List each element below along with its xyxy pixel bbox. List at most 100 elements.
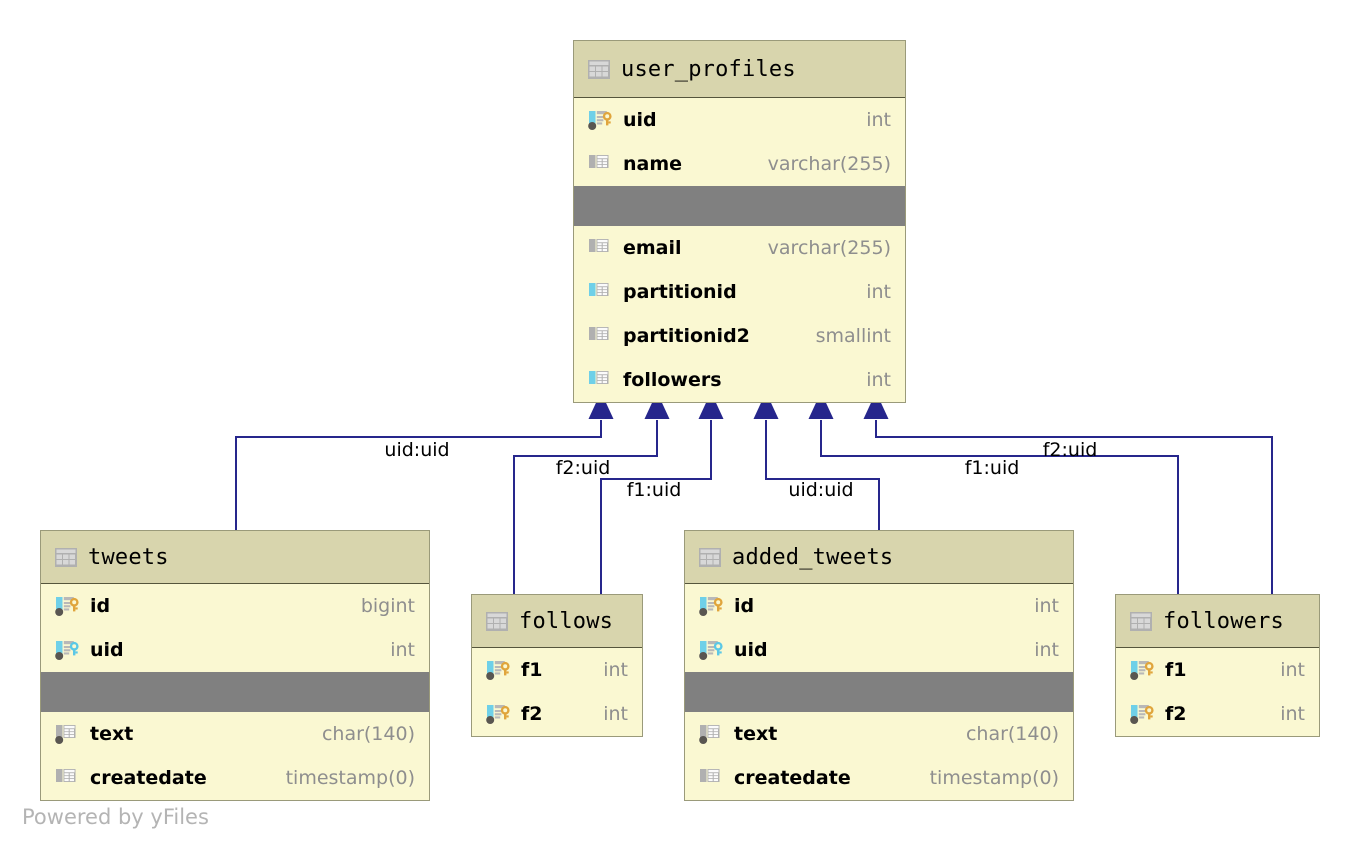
foreign-key-icon	[699, 639, 725, 661]
column-row-user_profiles-uid[interactable]: uid int	[574, 98, 905, 142]
primary-key-icon	[1130, 659, 1156, 681]
column-icon	[588, 237, 614, 259]
edge-label-followers-f1-user_profiles-uid: f1:uid	[964, 457, 1020, 479]
column-name: createdate	[90, 767, 207, 789]
column-name: createdate	[734, 767, 851, 789]
table-name: added_tweets	[732, 544, 894, 570]
table-header-follows[interactable]: follows	[472, 595, 642, 648]
relationship-edge-added_tweets-uid-user_profiles-uid	[765, 420, 880, 531]
column-name: f1	[1165, 659, 1187, 681]
table-header-user_profiles[interactable]: user_profiles	[574, 41, 905, 98]
column-type: int	[1034, 595, 1059, 617]
column-group-separator	[574, 186, 905, 226]
table-header-followers[interactable]: followers	[1116, 595, 1319, 648]
table-node-followers[interactable]: followers f1 int f2 int	[1115, 594, 1320, 737]
column-row-user_profiles-partitionid[interactable]: partitionid int	[574, 270, 905, 314]
table-icon	[55, 547, 77, 567]
column-type: char(140)	[321, 723, 415, 745]
table-icon	[1130, 611, 1152, 631]
column-icon	[55, 723, 81, 745]
column-type: timestamp(0)	[285, 767, 415, 789]
column-row-added_tweets-text[interactable]: text char(140)	[685, 712, 1073, 756]
column-type: int	[866, 109, 891, 131]
column-type: varchar(255)	[767, 153, 891, 175]
table-icon	[699, 547, 721, 567]
column-type: char(140)	[965, 723, 1059, 745]
primary-key-icon	[699, 595, 725, 617]
primary-key-icon	[55, 595, 81, 617]
column-name: f2	[521, 703, 543, 725]
column-icon	[588, 369, 614, 391]
column-row-user_profiles-partitionid2[interactable]: partitionid2 smallint	[574, 314, 905, 358]
column-name: uid	[623, 109, 657, 131]
edge-label-followers-f2-user_profiles-uid: f2:uid	[1042, 439, 1098, 461]
column-name: f1	[521, 659, 543, 681]
column-group-separator	[685, 672, 1073, 712]
column-row-user_profiles-followers[interactable]: followers int	[574, 358, 905, 402]
foreign-key-icon	[55, 639, 81, 661]
column-icon	[55, 767, 81, 789]
column-row-tweets-createdate[interactable]: createdate timestamp(0)	[41, 756, 429, 800]
column-icon	[588, 325, 614, 347]
relationship-edge-follows-f2-user_profiles-uid	[513, 420, 658, 595]
column-row-tweets-text[interactable]: text char(140)	[41, 712, 429, 756]
primary-key-icon	[588, 109, 614, 131]
column-type: int	[390, 639, 415, 661]
column-type: int	[1034, 639, 1059, 661]
column-row-follows-f2[interactable]: f2 int	[472, 692, 642, 736]
table-node-tweets[interactable]: tweets id bigint uid int text char(140) created…	[40, 530, 430, 801]
table-node-added_tweets[interactable]: added_tweetsid int uid int text char(140) crea…	[684, 530, 1074, 801]
er-diagram-canvas: user_profiles uid int name varchar(255) email…	[0, 0, 1360, 848]
column-name: uid	[734, 639, 768, 661]
column-row-added_tweets-createdate[interactable]: createdate timestamp(0)	[685, 756, 1073, 800]
column-row-user_profiles-email[interactable]: email varchar(255)	[574, 226, 905, 270]
column-row-added_tweets-id[interactable]: id int	[685, 584, 1073, 628]
table-name: followers	[1163, 608, 1285, 634]
column-type: int	[866, 369, 891, 391]
column-name: partitionid	[623, 281, 737, 303]
column-row-tweets-uid[interactable]: uid int	[41, 628, 429, 672]
column-icon	[699, 767, 725, 789]
column-row-follows-f1[interactable]: f1 int	[472, 648, 642, 692]
column-type: int	[603, 659, 628, 681]
column-name: id	[734, 595, 755, 617]
table-node-user_profiles[interactable]: user_profiles uid int name varchar(255) email…	[573, 40, 906, 403]
column-name: uid	[90, 639, 124, 661]
column-name: partitionid2	[623, 325, 750, 347]
primary-key-icon	[1130, 703, 1156, 725]
relationship-edge-tweets-uid-user_profiles-uid	[235, 420, 602, 531]
table-header-tweets[interactable]: tweets	[41, 531, 429, 584]
column-icon	[699, 723, 725, 745]
column-name: name	[623, 153, 683, 175]
table-node-follows[interactable]: follows f1 int f2 int	[471, 594, 643, 737]
column-type: int	[1280, 659, 1305, 681]
column-row-followers-f2[interactable]: f2 int	[1116, 692, 1319, 736]
edge-label-follows-f2-user_profiles-uid: f2:uid	[555, 457, 611, 479]
column-name: text	[90, 723, 134, 745]
column-name: text	[734, 723, 778, 745]
table-name: user_profiles	[621, 56, 796, 82]
column-row-added_tweets-uid[interactable]: uid int	[685, 628, 1073, 672]
column-row-user_profiles-name[interactable]: name varchar(255)	[574, 142, 905, 186]
edge-label-tweets-uid-user_profiles-uid: uid:uid	[384, 439, 450, 461]
column-name: id	[90, 595, 111, 617]
column-type: int	[603, 703, 628, 725]
edge-label-follows-f1-user_profiles-uid: f1:uid	[626, 479, 682, 501]
edge-label-added_tweets-uid-user_profiles-uid: uid:uid	[788, 479, 854, 501]
table-header-added_tweets[interactable]: added_tweets	[685, 531, 1073, 584]
column-type: timestamp(0)	[929, 767, 1059, 789]
column-name: f2	[1165, 703, 1187, 725]
table-icon	[588, 59, 610, 79]
column-row-tweets-id[interactable]: id bigint	[41, 584, 429, 628]
column-type: int	[1280, 703, 1305, 725]
column-group-separator	[41, 672, 429, 712]
column-type: int	[866, 281, 891, 303]
column-icon	[588, 281, 614, 303]
column-type: bigint	[360, 595, 415, 617]
column-type: varchar(255)	[767, 237, 891, 259]
column-row-followers-f1[interactable]: f1 int	[1116, 648, 1319, 692]
column-type: smallint	[815, 325, 891, 347]
table-icon	[486, 611, 508, 631]
table-name: tweets	[88, 544, 169, 570]
primary-key-icon	[486, 659, 512, 681]
